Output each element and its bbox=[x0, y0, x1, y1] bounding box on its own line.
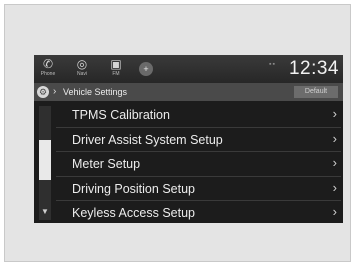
top-bar: ✆ Phone ◎ Navi ▣ FM + ▪▪ 12:34 bbox=[34, 55, 343, 83]
chevron-right-icon: › bbox=[332, 155, 337, 170]
navi-label: Navi bbox=[76, 71, 87, 77]
infotainment-screen: ✆ Phone ◎ Navi ▣ FM + ▪▪ 12:34 ⚙ › Vehic… bbox=[34, 55, 343, 223]
fm-label: FM bbox=[112, 71, 120, 77]
chevron-right-icon: › bbox=[332, 106, 337, 121]
add-shortcut-button[interactable]: + bbox=[139, 62, 153, 76]
menu-item-driving-position-setup[interactable]: Driving Position Setup › bbox=[56, 177, 341, 201]
breadcrumb-chevron-icon: › bbox=[53, 86, 57, 97]
menu-item-label: TPMS Calibration bbox=[72, 108, 170, 122]
navigation-icon: ◎ bbox=[76, 57, 88, 71]
chevron-right-icon: › bbox=[332, 204, 337, 219]
page-title: Vehicle Settings bbox=[63, 87, 128, 97]
navi-button[interactable]: ◎ Navi bbox=[71, 57, 93, 81]
chevron-right-icon: › bbox=[332, 179, 337, 195]
clock: 12:34 bbox=[288, 58, 339, 79]
figure-frame: ✆ Phone ◎ Navi ▣ FM + ▪▪ 12:34 ⚙ › Vehic… bbox=[4, 4, 351, 262]
phone-icon: ✆ bbox=[42, 57, 54, 71]
scrollbar[interactable]: ▼ bbox=[39, 106, 51, 220]
signal-icon: ▪▪ bbox=[269, 61, 276, 68]
settings-gear-icon[interactable]: ⚙ bbox=[37, 86, 49, 98]
phone-button[interactable]: ✆ Phone bbox=[37, 57, 59, 81]
breadcrumb-bar: ⚙ › Vehicle Settings Default bbox=[34, 83, 343, 101]
phone-label: Phone bbox=[40, 71, 56, 77]
menu-item-driver-assist-system-setup[interactable]: Driver Assist System Setup › bbox=[56, 128, 341, 152]
settings-list: TPMS Calibration › Driver Assist System … bbox=[56, 103, 341, 223]
menu-item-label: Meter Setup bbox=[72, 157, 141, 171]
menu-item-label: Driving Position Setup bbox=[72, 181, 195, 196]
default-button[interactable]: Default bbox=[294, 86, 338, 98]
radio-icon: ▣ bbox=[110, 57, 122, 71]
menu-item-meter-setup[interactable]: Meter Setup › bbox=[56, 152, 341, 177]
fm-button[interactable]: ▣ FM bbox=[105, 57, 127, 81]
chevron-right-icon: › bbox=[332, 130, 337, 146]
menu-item-keyless-access-setup[interactable]: Keyless Access Setup › bbox=[56, 201, 341, 223]
menu-item-label: Driver Assist System Setup bbox=[72, 132, 223, 147]
menu-item-tpms-calibration[interactable]: TPMS Calibration › bbox=[56, 103, 341, 128]
scrollbar-thumb[interactable] bbox=[39, 140, 51, 180]
menu-item-label: Keyless Access Setup bbox=[72, 206, 195, 220]
scroll-down-icon[interactable]: ▼ bbox=[39, 206, 51, 218]
plus-icon: + bbox=[143, 64, 149, 74]
